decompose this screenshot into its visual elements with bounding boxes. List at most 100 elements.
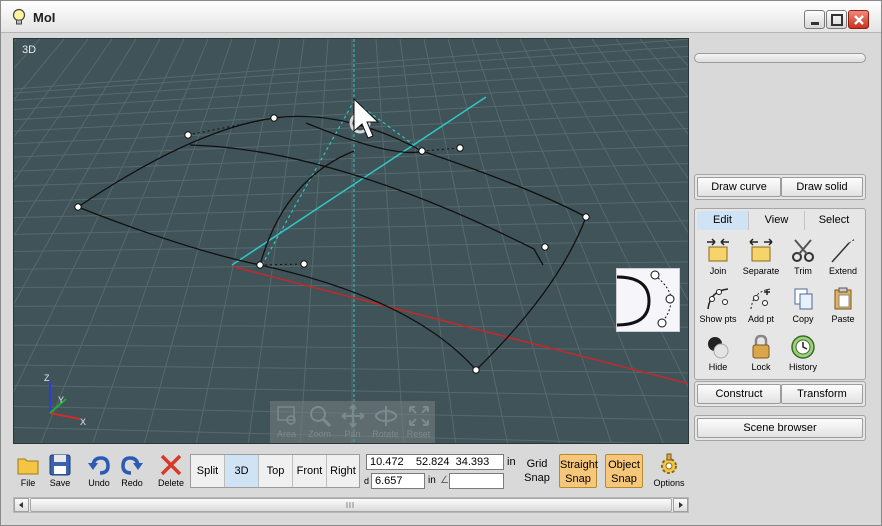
object-snap-toggle[interactable]: Object Snap bbox=[605, 454, 643, 488]
horizontal-scrollbar[interactable] bbox=[13, 497, 689, 513]
separate-tool[interactable]: Separate bbox=[739, 235, 783, 281]
scroll-right-icon bbox=[679, 502, 683, 508]
view-area-button[interactable]: Area bbox=[270, 403, 303, 443]
scroll-right-button[interactable] bbox=[673, 498, 688, 512]
straight-snap-toggle[interactable]: Straight Snap bbox=[559, 454, 598, 488]
control-point bbox=[300, 260, 308, 268]
undo-label: Undo bbox=[88, 478, 110, 488]
copy-label: Copy bbox=[792, 314, 814, 324]
draw-group: Draw curve Draw solid bbox=[694, 174, 866, 200]
view-3d-button[interactable]: 3D bbox=[225, 455, 259, 487]
3d-viewport[interactable]: ZYX 3D Area Zoom Pan Rotate Reset bbox=[13, 38, 689, 444]
tab-select[interactable]: Select bbox=[805, 211, 863, 230]
lock-tool[interactable]: Lock bbox=[739, 331, 783, 377]
scene-browser-button[interactable]: Scene browser bbox=[697, 418, 863, 438]
view-rotate-button[interactable]: Rotate bbox=[369, 403, 402, 443]
paste-label: Paste bbox=[831, 314, 855, 324]
add-pt-label: Add pt bbox=[747, 314, 775, 324]
transform-button[interactable]: Transform bbox=[781, 384, 863, 404]
show-pts-tool[interactable]: Show pts bbox=[696, 283, 740, 329]
distance-field[interactable]: 6.657 bbox=[371, 473, 425, 489]
y-axis-label: Y bbox=[58, 395, 64, 405]
edit-group: Edit View Select Join Separate Trim Exte… bbox=[694, 208, 866, 380]
control-point bbox=[472, 366, 480, 374]
paste-icon bbox=[834, 287, 852, 310]
construct-button[interactable]: Construct bbox=[697, 384, 781, 404]
area-zoom-icon bbox=[276, 406, 296, 425]
redo-button[interactable]: Redo bbox=[114, 451, 150, 493]
delete-x-icon bbox=[160, 454, 182, 476]
close-button[interactable] bbox=[848, 10, 869, 29]
tab-view[interactable]: View bbox=[749, 211, 805, 230]
maximize-icon bbox=[831, 14, 843, 26]
copy-tool[interactable]: Copy bbox=[781, 283, 825, 329]
draw-solid-button[interactable]: Draw solid bbox=[781, 177, 863, 197]
view-right-button[interactable]: Right bbox=[327, 455, 359, 487]
view-reset-button[interactable]: Reset bbox=[402, 403, 435, 443]
view-top-button[interactable]: Top bbox=[259, 455, 293, 487]
viewport-scene[interactable]: Z Y X bbox=[14, 39, 689, 444]
extend-tool[interactable]: Extend bbox=[821, 235, 865, 281]
delete-button[interactable]: Delete bbox=[153, 451, 189, 493]
join-icon bbox=[707, 238, 729, 262]
scene-browser-group: Scene browser bbox=[694, 415, 866, 441]
join-label: Join bbox=[709, 266, 727, 276]
view-reset-label: Reset bbox=[406, 429, 431, 439]
maximize-button[interactable] bbox=[826, 10, 847, 29]
file-button[interactable]: File bbox=[10, 451, 46, 493]
angle-field[interactable] bbox=[449, 473, 504, 489]
undo-icon bbox=[88, 456, 110, 475]
separate-icon bbox=[749, 238, 773, 262]
undo-button[interactable]: Undo bbox=[81, 451, 117, 493]
view-selector: Split 3D Top Front Right bbox=[190, 454, 360, 488]
view-pan-button[interactable]: Pan bbox=[336, 403, 369, 443]
grid-snap-line2: Snap bbox=[524, 472, 550, 484]
options-gear-icon bbox=[661, 453, 677, 474]
straight-snap-line2: Snap bbox=[565, 473, 591, 485]
scroll-thumb[interactable] bbox=[30, 498, 672, 512]
z-axis-label: Z bbox=[44, 373, 50, 383]
add-pt-tool[interactable]: Add pt bbox=[739, 283, 783, 329]
app-window: MoI Z Y X 3D Area Zoom Pan Rotate Reset Dr… bbox=[0, 0, 882, 526]
distance-units: in bbox=[428, 475, 436, 486]
history-tool[interactable]: History bbox=[781, 331, 825, 377]
hide-label: Hide bbox=[708, 362, 728, 372]
options-label: Options bbox=[653, 478, 685, 488]
join-tool[interactable]: Join bbox=[696, 235, 740, 281]
options-button[interactable]: Options bbox=[650, 451, 688, 493]
delete-label: Delete bbox=[157, 478, 184, 488]
redo-icon bbox=[121, 456, 143, 475]
save-button[interactable]: Save bbox=[42, 451, 78, 493]
minimize-icon bbox=[811, 22, 819, 25]
grid-line bbox=[687, 39, 688, 40]
lock-icon bbox=[752, 334, 770, 359]
window-title: MoI bbox=[33, 10, 56, 25]
view-zoom-button[interactable]: Zoom bbox=[303, 403, 336, 443]
history-icon bbox=[791, 335, 815, 359]
view-pan-label: Pan bbox=[344, 429, 361, 439]
object-snap-line1: Object bbox=[608, 459, 640, 471]
history-label: History bbox=[788, 362, 817, 372]
hide-icon bbox=[708, 337, 729, 359]
view-toolbar: Area Zoom Pan Rotate Reset bbox=[270, 401, 435, 443]
scroll-left-button[interactable] bbox=[14, 498, 29, 512]
view-rotate-label: Rotate bbox=[372, 429, 399, 439]
view-front-button[interactable]: Front bbox=[293, 455, 327, 487]
close-icon bbox=[854, 15, 864, 25]
right-panel: Draw curve Draw solid Edit View Select J… bbox=[694, 41, 868, 441]
floppy-disk-icon bbox=[49, 454, 71, 476]
grid-snap-line1: Grid bbox=[526, 458, 548, 470]
draw-curve-button[interactable]: Draw curve bbox=[697, 177, 781, 197]
trim-tool[interactable]: Trim bbox=[781, 235, 825, 281]
view-split-button[interactable]: Split bbox=[191, 455, 225, 487]
scroll-grip-icon bbox=[346, 502, 354, 508]
extend-label: Extend bbox=[828, 266, 858, 276]
minimize-button[interactable] bbox=[804, 10, 825, 29]
coordinates-field[interactable]: 10.472 52.824 34.393 bbox=[366, 454, 504, 470]
grid-snap-toggle[interactable]: Grid Snap bbox=[518, 454, 556, 488]
paste-tool[interactable]: Paste bbox=[821, 283, 865, 329]
hide-tool[interactable]: Hide bbox=[696, 331, 740, 377]
x-axis-label: X bbox=[80, 417, 86, 427]
tab-edit[interactable]: Edit bbox=[697, 211, 749, 230]
rotate-icon bbox=[374, 406, 397, 426]
